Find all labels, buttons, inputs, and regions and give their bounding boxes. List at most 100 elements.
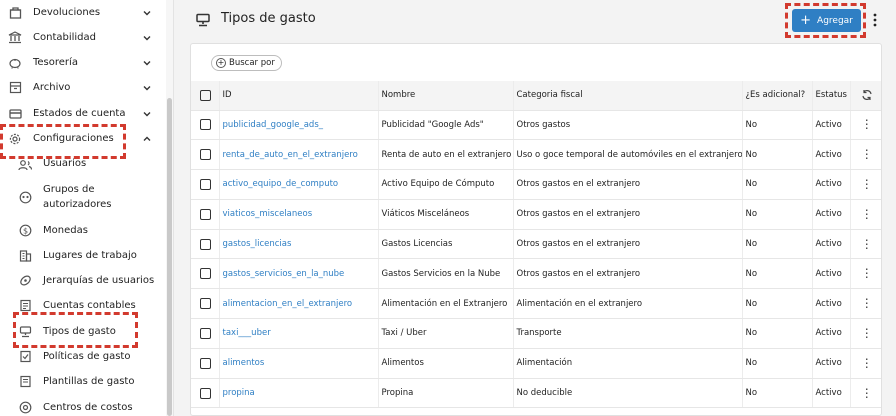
row-more-options-icon[interactable]: ⋮ bbox=[861, 118, 873, 130]
sidebar-subitem-monedas[interactable]: $ Monedas bbox=[0, 218, 166, 243]
chevron-down-icon bbox=[143, 85, 151, 90]
row-select-cell bbox=[191, 258, 219, 290]
column-header-id[interactable]: ID bbox=[218, 81, 378, 111]
currency-icon: $ bbox=[18, 224, 32, 238]
row-select-cell bbox=[191, 348, 219, 379]
cell-categoria-fiscal: Alimentación bbox=[512, 348, 742, 379]
table-row[interactable]: alimentacion_en_el_extranjero Alimentació… bbox=[191, 288, 881, 320]
table-row[interactable]: taxi___uber Taxi / Uber Transporte No Activo… bbox=[191, 318, 881, 349]
sidebar-subitem-lugares-de-trabajo[interactable]: Lugares de trabajo bbox=[0, 243, 166, 268]
table-row[interactable]: alimentos Alimentos Alimentación No Activo ⋮ bbox=[191, 348, 881, 379]
row-more-options-icon[interactable]: ⋮ bbox=[861, 357, 873, 369]
cell-estatus: Activo bbox=[811, 199, 850, 230]
cell-estatus: Activo bbox=[811, 318, 850, 349]
sidebar-subitem-centros-de-costos[interactable]: Centros de costos bbox=[0, 395, 166, 416]
add-button[interactable]: + Agregar bbox=[792, 9, 861, 32]
row-more-options-icon[interactable]: ⋮ bbox=[861, 178, 873, 190]
sidebar-subitem-cuentas-contables[interactable]: Cuentas contables bbox=[0, 293, 166, 318]
cell-es-adicional: No bbox=[741, 318, 812, 349]
cell-categoria-fiscal: Otros gastos en el extranjero bbox=[512, 258, 742, 290]
table-row[interactable]: propina Propina No deducible No Activo ⋮ bbox=[191, 378, 881, 409]
row-checkbox[interactable] bbox=[200, 238, 211, 250]
column-header-es-adicional[interactable]: ¿Es adicional? bbox=[741, 81, 812, 111]
row-checkbox[interactable] bbox=[200, 208, 211, 220]
table-row[interactable]: renta_de_auto_en_el_extranjero Renta de a… bbox=[191, 139, 881, 171]
row-more-options-icon[interactable]: ⋮ bbox=[861, 208, 873, 220]
row-checkbox[interactable] bbox=[200, 327, 211, 339]
row-more-options-icon[interactable]: ⋮ bbox=[861, 148, 873, 160]
sidebar-scrollbar-thumb[interactable] bbox=[167, 98, 172, 416]
row-more-options-icon[interactable]: ⋮ bbox=[861, 238, 873, 250]
row-checkbox[interactable] bbox=[200, 357, 211, 369]
row-more-options-icon[interactable]: ⋮ bbox=[861, 327, 873, 339]
search-by-button[interactable]: + Buscar por bbox=[211, 55, 282, 71]
row-actions-cell: ⋮ bbox=[849, 110, 881, 141]
sidebar-subitem-usuarios[interactable]: Usuarios bbox=[0, 152, 166, 177]
sidebar-item-estados-de-cuenta[interactable]: Estados de cuenta bbox=[0, 101, 166, 126]
search-by-label: Buscar por bbox=[229, 58, 275, 68]
hierarchy-icon bbox=[18, 274, 32, 288]
cell-id[interactable]: propina bbox=[218, 378, 378, 409]
row-actions-cell: ⋮ bbox=[849, 378, 881, 409]
chevron-up-icon bbox=[143, 136, 151, 141]
group-icon bbox=[18, 190, 32, 204]
row-actions-cell: ⋮ bbox=[849, 199, 881, 230]
cell-id[interactable]: gastos_servicios_en_la_nube bbox=[218, 258, 378, 290]
row-more-options-icon[interactable]: ⋮ bbox=[861, 387, 873, 399]
cell-id[interactable]: renta_de_auto_en_el_extranjero bbox=[218, 139, 378, 171]
table-header-row: ID Nombre Categoria fiscal ¿Es adicional… bbox=[191, 81, 881, 111]
table-row[interactable]: viaticos_miscelaneos Viáticos Misceláneos… bbox=[191, 199, 881, 230]
row-checkbox[interactable] bbox=[200, 149, 211, 161]
cell-id[interactable]: gastos_licencias bbox=[218, 229, 378, 260]
row-checkbox[interactable] bbox=[200, 387, 211, 399]
sidebar-subitem-tipos-de-gasto[interactable]: Tipos de gasto bbox=[0, 319, 166, 344]
row-checkbox[interactable] bbox=[200, 298, 211, 310]
sidebar-item-label: Centros de costos bbox=[43, 402, 133, 413]
cell-estatus: Activo bbox=[811, 348, 850, 379]
cell-id[interactable]: publicidad_google_ads_ bbox=[218, 110, 378, 141]
cost-center-icon bbox=[18, 401, 32, 415]
sidebar-item-label: Plantillas de gasto bbox=[43, 376, 135, 387]
sidebar-item-tesoreria[interactable]: Tesorería bbox=[0, 50, 166, 75]
sidebar-item-contabilidad[interactable]: Contabilidad bbox=[0, 25, 166, 50]
sidebar-item-devoluciones[interactable]: Devoluciones bbox=[0, 0, 166, 25]
cell-id[interactable]: activo_equipo_de_computo bbox=[218, 169, 378, 200]
column-header-categoria-fiscal[interactable]: Categoria fiscal bbox=[512, 81, 742, 111]
sidebar-subitem-plantillas-de-gasto[interactable]: Plantillas de gasto bbox=[0, 369, 166, 394]
cell-estatus: Activo bbox=[811, 169, 850, 200]
select-all-checkbox[interactable] bbox=[200, 89, 211, 101]
plus-circle-icon: + bbox=[216, 58, 226, 68]
ledger-icon bbox=[18, 299, 32, 313]
refresh-icon[interactable] bbox=[861, 89, 873, 101]
row-select-cell bbox=[191, 378, 219, 409]
row-select-cell bbox=[191, 288, 219, 320]
cell-id[interactable]: alimentos bbox=[218, 348, 378, 379]
cell-id[interactable]: alimentacion_en_el_extranjero bbox=[218, 288, 378, 320]
sidebar-subitem-grupos-de-autorizadores[interactable]: Grupos de autorizadores bbox=[0, 180, 166, 214]
cell-id[interactable]: viaticos_miscelaneos bbox=[218, 199, 378, 230]
row-more-options-icon[interactable]: ⋮ bbox=[861, 297, 873, 309]
row-select-cell bbox=[191, 169, 219, 200]
cell-id[interactable]: taxi___uber bbox=[218, 318, 378, 349]
cell-categoria-fiscal: Otros gastos bbox=[512, 110, 742, 141]
column-header-estatus[interactable]: Estatus bbox=[811, 81, 850, 111]
row-checkbox[interactable] bbox=[200, 119, 211, 131]
sidebar-item-label: Estados de cuenta bbox=[33, 108, 126, 119]
sidebar-item-archivo[interactable]: Archivo bbox=[0, 75, 166, 100]
table-row[interactable]: activo_equipo_de_computo Activo Equipo de… bbox=[191, 169, 881, 200]
sidebar-subitem-politicas-de-gasto[interactable]: Políticas de gasto bbox=[0, 344, 166, 369]
cell-categoria-fiscal: Otros gastos en el extranjero bbox=[512, 199, 742, 230]
table-row[interactable]: gastos_servicios_en_la_nube Gastos Servic… bbox=[191, 258, 881, 290]
sidebar-item-configuraciones[interactable]: Configuraciones bbox=[0, 126, 166, 151]
gear-icon bbox=[8, 132, 22, 146]
table-row[interactable]: publicidad_google_ads_ Publicidad "Google… bbox=[191, 110, 881, 141]
row-checkbox[interactable] bbox=[200, 178, 211, 190]
table-row[interactable]: gastos_licencias Gastos Licencias Otros ga… bbox=[191, 229, 881, 260]
building-icon bbox=[18, 249, 32, 263]
sidebar-subitem-jerarquias-de-usuarios[interactable]: Jerarquías de usuarios bbox=[0, 268, 166, 293]
column-header-nombre[interactable]: Nombre bbox=[377, 81, 513, 111]
row-more-options-icon[interactable]: ⋮ bbox=[861, 267, 873, 279]
row-checkbox[interactable] bbox=[200, 268, 211, 280]
more-options-icon[interactable] bbox=[870, 12, 880, 28]
cell-es-adicional: No bbox=[741, 378, 812, 409]
